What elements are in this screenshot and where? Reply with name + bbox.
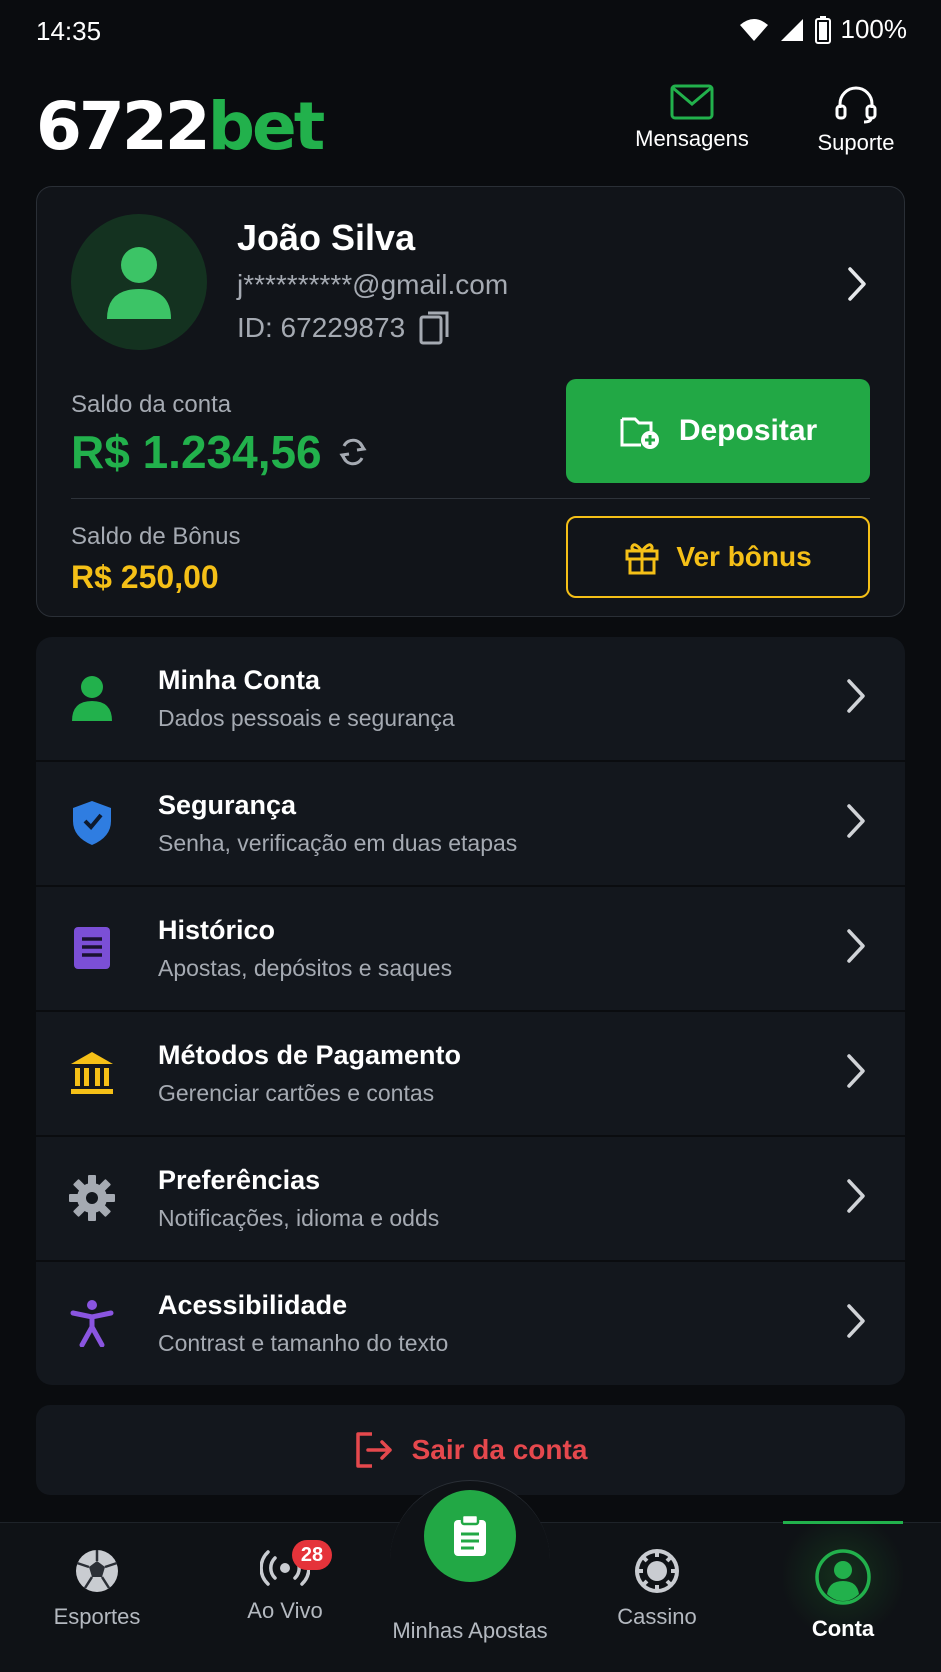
chevron-right-icon	[845, 677, 867, 720]
wallet-add-icon	[620, 417, 659, 449]
chevron-right-icon	[845, 1302, 867, 1345]
messages-label: Mensagens	[635, 126, 749, 151]
nav-active-indicator	[783, 1521, 903, 1524]
nav-label[interactable]: Minhas Apostas	[370, 1618, 570, 1644]
chevron-right-icon	[845, 1177, 867, 1220]
menu-item-preferencias[interactable]: Preferências Notificações, idioma e odds	[36, 1137, 905, 1260]
soccer-ball-icon	[76, 1550, 118, 1592]
copy-icon[interactable]	[419, 311, 451, 345]
accessibility-icon	[66, 1297, 118, 1349]
nav-label: Cassino	[617, 1604, 697, 1629]
signal-icon	[780, 18, 803, 41]
nav-label: Esportes	[53, 1604, 141, 1629]
balance-value-row: R$ 1.234,56	[71, 425, 368, 479]
deposit-button[interactable]: Depositar	[566, 379, 870, 483]
menu-item-title: Minha Conta	[158, 665, 320, 695]
menu-item-subtitle: Senha, verificação em duas etapas	[158, 830, 518, 856]
nav-conta[interactable]: Conta	[768, 1548, 918, 1642]
profile-card: João Silva j**********@gmail.com ID: 672…	[36, 186, 905, 617]
status-time: 14:35	[36, 16, 102, 46]
chevron-right-icon	[845, 927, 867, 970]
menu-item-seguranca[interactable]: Segurança Senha, verificação em duas eta…	[36, 762, 905, 885]
profile-chevron-icon[interactable]	[846, 265, 868, 308]
view-bonus-button[interactable]: Ver bônus	[566, 516, 870, 598]
balance-label: Saldo da conta	[71, 391, 232, 418]
nav-label: Ao Vivo	[247, 1598, 323, 1623]
battery-icon	[814, 15, 831, 44]
view-bonus-label: Ver bônus	[676, 541, 812, 572]
logo-bet: bet	[207, 88, 326, 165]
nav-ao-vivo[interactable]: Ao Vivo	[210, 1548, 360, 1624]
status-icons: 100%	[739, 14, 908, 45]
menu-item-acessibilidade[interactable]: Acessibilidade Contrast e tamanho do tex…	[36, 1262, 905, 1385]
menu-item-metodos-pagamento[interactable]: Métodos de Pagamento Gerenciar cartões e…	[36, 1012, 905, 1135]
brand-logo[interactable]: 6722bet	[36, 92, 325, 162]
menu-item-title: Segurança	[158, 790, 297, 820]
bonus-label: Saldo de Bônus	[71, 523, 241, 550]
headset-icon	[835, 86, 877, 124]
nav-minhas-apostas-button[interactable]	[424, 1490, 516, 1582]
deposit-label: Depositar	[678, 414, 818, 447]
user-id-text: ID: 67229873	[237, 312, 406, 343]
menu-item-title: Preferências	[158, 1165, 321, 1195]
logout-icon	[355, 1432, 392, 1468]
user-email: j**********@gmail.com	[237, 269, 509, 300]
account-icon	[815, 1549, 871, 1605]
balance-value: R$ 1.234,56	[71, 426, 322, 478]
person-icon	[107, 247, 171, 319]
document-icon	[66, 922, 118, 974]
logo-number: 6722	[36, 88, 211, 165]
menu-item-subtitle: Dados pessoais e segurança	[158, 705, 455, 731]
live-count-badge: 28	[292, 1540, 332, 1570]
logout-label: Sair da conta	[411, 1434, 588, 1465]
menu-item-minha-conta[interactable]: Minha Conta Dados pessoais e segurança	[36, 637, 905, 760]
bank-icon	[66, 1047, 118, 1099]
wifi-icon	[739, 18, 768, 41]
chip-icon	[635, 1549, 679, 1593]
menu-item-subtitle: Contrast e tamanho do texto	[158, 1330, 449, 1356]
clipboard-icon	[454, 1514, 486, 1556]
nav-cassino[interactable]: Cassino	[582, 1548, 732, 1630]
menu-item-title: Métodos de Pagamento	[158, 1040, 462, 1070]
support-button[interactable]: Suporte	[806, 84, 906, 156]
avatar[interactable]	[71, 214, 207, 350]
shield-icon	[66, 797, 118, 849]
menu-item-subtitle: Apostas, depósitos e saques	[158, 955, 453, 981]
refresh-icon[interactable]	[338, 437, 368, 467]
user-id: ID: 67229873	[237, 311, 451, 345]
person-icon	[66, 672, 118, 724]
user-name: João Silva	[237, 217, 416, 258]
menu-item-subtitle: Gerenciar cartões e contas	[158, 1080, 435, 1106]
account-menu: Minha Conta Dados pessoais e segurança S…	[36, 637, 905, 1385]
menu-item-historico[interactable]: Histórico Apostas, depósitos e saques	[36, 887, 905, 1010]
menu-item-title: Acessibilidade	[158, 1290, 348, 1320]
chevron-right-icon	[845, 1052, 867, 1095]
chevron-right-icon	[845, 802, 867, 845]
mail-icon	[670, 84, 714, 120]
support-label: Suporte	[817, 130, 895, 155]
divider	[71, 498, 870, 499]
gear-icon	[66, 1172, 118, 1224]
nav-esportes[interactable]: Esportes	[22, 1548, 172, 1630]
gift-icon	[625, 543, 659, 575]
battery-percent: 100%	[840, 14, 908, 44]
nav-label: Conta	[811, 1616, 875, 1641]
messages-button[interactable]: Mensagens	[630, 84, 754, 152]
menu-item-title: Histórico	[158, 915, 276, 945]
bonus-value: R$ 250,00	[71, 559, 219, 595]
menu-item-subtitle: Notificações, idioma e odds	[158, 1205, 440, 1231]
status-bar: 14:35 100%	[0, 0, 941, 62]
